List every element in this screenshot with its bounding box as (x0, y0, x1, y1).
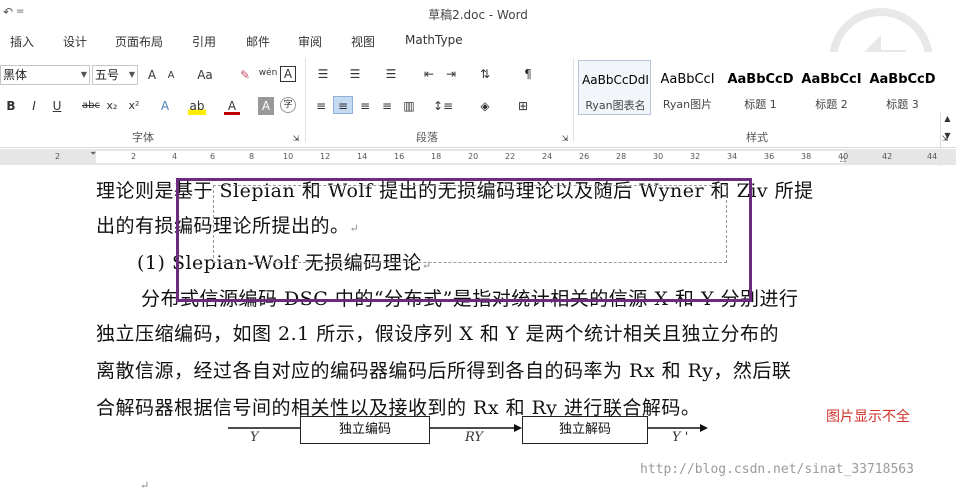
annotation-note: 图片显示不全 (826, 409, 910, 425)
input-label: Y (250, 430, 259, 445)
arrow-head (514, 424, 522, 432)
watermark-text: http://blog.csdn.net/sinat_33718563 (640, 462, 914, 477)
decoder-block: 独立解码 (522, 416, 648, 444)
annotation-frame (176, 178, 752, 302)
output-label: Y ' (672, 430, 689, 445)
arrow-head (700, 424, 708, 432)
rate-label: RY (465, 430, 483, 445)
encoder-block: 独立编码 (300, 416, 430, 444)
